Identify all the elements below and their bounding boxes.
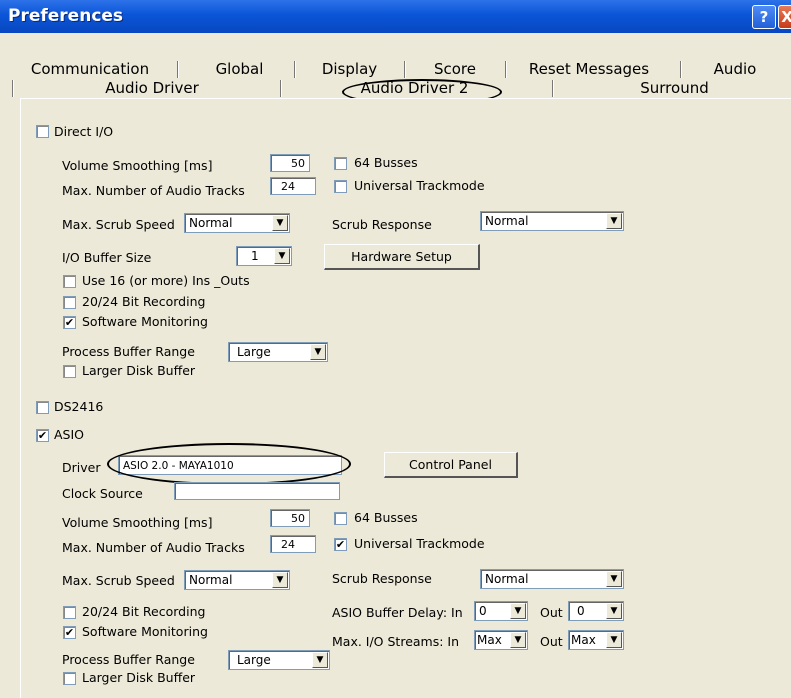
asio-64-busses-checkbox[interactable] (334, 512, 347, 525)
asio-larger-disk-label: Larger Disk Buffer (82, 670, 196, 685)
asio-scrub-response-value: Normal (485, 572, 529, 586)
chevron-down-icon: ▼ (312, 652, 328, 668)
chevron-down-icon: ▼ (606, 603, 622, 619)
di-use16-label: Use 16 (or more) Ins _Outs (82, 273, 250, 288)
chevron-down-icon: ▼ (310, 344, 326, 360)
window-title: Preferences (8, 6, 124, 26)
di-scrub-response-dropdown[interactable]: Normal ▼ (480, 211, 624, 231)
asio-process-buffer-label: Process Buffer Range (62, 652, 195, 667)
asio-volume-smoothing-field[interactable]: 50 (270, 509, 310, 527)
asio-scrub-response-dropdown[interactable]: Normal ▼ (480, 569, 624, 589)
di-scrub-speed-label: Max. Scrub Speed (62, 217, 175, 232)
ds2416-label: DS2416 (54, 399, 104, 414)
asio-buffer-delay-out-dropdown[interactable]: 0 ▼ (568, 601, 624, 621)
di-bit-recording-label: 20/24 Bit Recording (82, 294, 206, 309)
di-scrub-response-label: Scrub Response (332, 217, 432, 232)
asio-io-streams-in-dropdown[interactable]: Max ▼ (474, 630, 528, 650)
di-scrub-response-value: Normal (485, 214, 529, 228)
chevron-down-icon: ▼ (606, 632, 622, 648)
tab-audio-driver[interactable]: Audio Driver (32, 79, 272, 97)
close-button[interactable]: X (778, 5, 791, 29)
di-scrub-speed-dropdown[interactable]: Normal ▼ (184, 213, 290, 233)
hardware-setup-button[interactable]: Hardware Setup (324, 244, 480, 270)
di-max-tracks-field[interactable]: 24 (270, 177, 316, 195)
tab-global[interactable]: Global (202, 60, 277, 78)
asio-max-tracks-field[interactable]: 24 (270, 535, 316, 553)
asio-universal-trackmode-checkbox[interactable]: ✔ (334, 538, 347, 551)
asio-buffer-delay-in-dropdown[interactable]: 0 ▼ (474, 601, 528, 621)
di-io-buffer-value: 1 (251, 249, 259, 263)
highlight-ellipse-driver (107, 443, 351, 485)
tab-score[interactable]: Score (420, 60, 490, 78)
tab-audio[interactable]: Audio (700, 60, 770, 78)
asio-64-busses-label: 64 Busses (354, 510, 418, 525)
asio-software-monitoring-checkbox[interactable]: ✔ (63, 626, 76, 639)
chevron-down-icon: ▼ (272, 572, 288, 588)
asio-driver-label: Driver (62, 460, 101, 475)
asio-universal-trackmode-label: Universal Trackmode (354, 536, 485, 551)
title-bar[interactable]: Preferences ? X (0, 0, 791, 33)
chevron-down-icon: ▼ (510, 632, 526, 648)
di-larger-disk-label: Larger Disk Buffer (82, 363, 196, 378)
di-process-buffer-dropdown[interactable]: Large ▼ (228, 342, 328, 362)
chevron-down-icon: ▼ (606, 571, 622, 587)
asio-clock-source-label: Clock Source (62, 486, 143, 501)
di-universal-trackmode-label: Universal Trackmode (354, 178, 485, 193)
di-scrub-speed-value: Normal (189, 216, 233, 230)
control-panel-button[interactable]: Control Panel (384, 452, 518, 478)
di-volume-smoothing-label: Volume Smoothing [ms] (62, 158, 213, 173)
help-button[interactable]: ? (752, 5, 776, 29)
asio-buffer-delay-out-label: Out (540, 605, 563, 620)
chevron-down-icon: ▼ (510, 603, 526, 619)
tab-communication[interactable]: Communication (20, 60, 160, 78)
asio-volume-smoothing-label: Volume Smoothing [ms] (62, 515, 213, 530)
chevron-down-icon: ▼ (274, 248, 290, 264)
di-universal-trackmode-checkbox[interactable] (334, 180, 347, 193)
asio-buffer-delay-in-value: 0 (479, 604, 487, 618)
asio-bit-recording-checkbox[interactable] (63, 606, 76, 619)
asio-buffer-delay-label: ASIO Buffer Delay: In (332, 605, 463, 620)
tab-reset-messages[interactable]: Reset Messages (524, 60, 654, 78)
asio-io-streams-out-value: Max (571, 633, 596, 647)
direct-io-label: Direct I/O (54, 124, 114, 139)
asio-larger-disk-checkbox[interactable] (63, 672, 76, 685)
di-64-busses-label: 64 Busses (354, 155, 418, 170)
di-software-monitoring-checkbox[interactable]: ✔ (63, 316, 76, 329)
asio-checkbox[interactable]: ✔ (36, 429, 49, 442)
di-max-tracks-label: Max. Number of Audio Tracks (62, 183, 245, 198)
di-larger-disk-checkbox[interactable] (63, 365, 76, 378)
asio-process-buffer-value: Large (237, 653, 271, 667)
asio-process-buffer-dropdown[interactable]: Large ▼ (228, 650, 330, 670)
chevron-down-icon: ▼ (272, 215, 288, 231)
asio-io-streams-out-label: Out (540, 634, 563, 649)
asio-max-tracks-label: Max. Number of Audio Tracks (62, 540, 245, 555)
di-use16-checkbox[interactable] (63, 275, 76, 288)
di-io-buffer-dropdown[interactable]: 1 ▼ (236, 246, 292, 266)
direct-io-checkbox[interactable] (36, 125, 49, 138)
di-software-monitoring-label: Software Monitoring (82, 314, 208, 329)
asio-io-streams-label: Max. I/O Streams: In (332, 634, 460, 649)
asio-scrub-response-label: Scrub Response (332, 571, 432, 586)
asio-io-streams-out-dropdown[interactable]: Max ▼ (568, 630, 624, 650)
di-process-buffer-label: Process Buffer Range (62, 344, 195, 359)
asio-buffer-delay-out-value: 0 (577, 604, 585, 618)
chevron-down-icon: ▼ (606, 213, 622, 229)
ds2416-checkbox[interactable] (36, 401, 49, 414)
di-64-busses-checkbox[interactable] (334, 157, 347, 170)
di-io-buffer-label: I/O Buffer Size (62, 250, 152, 265)
asio-software-monitoring-label: Software Monitoring (82, 624, 208, 639)
tab-display[interactable]: Display (312, 60, 387, 78)
asio-bit-recording-label: 20/24 Bit Recording (82, 604, 206, 619)
tab-surround[interactable]: Surround (567, 79, 782, 97)
asio-scrub-speed-dropdown[interactable]: Normal ▼ (184, 570, 290, 590)
di-volume-smoothing-field[interactable]: 50 (270, 154, 310, 172)
asio-label: ASIO (54, 427, 85, 442)
asio-scrub-speed-label: Max. Scrub Speed (62, 573, 175, 588)
di-process-buffer-value: Large (237, 345, 271, 359)
asio-scrub-speed-value: Normal (189, 573, 233, 587)
tab-row-1: Communication Global Display Score Reset… (12, 60, 791, 78)
di-bit-recording-checkbox[interactable] (63, 296, 76, 309)
asio-clock-source-field[interactable] (174, 482, 340, 500)
asio-io-streams-in-value: Max (477, 633, 502, 647)
